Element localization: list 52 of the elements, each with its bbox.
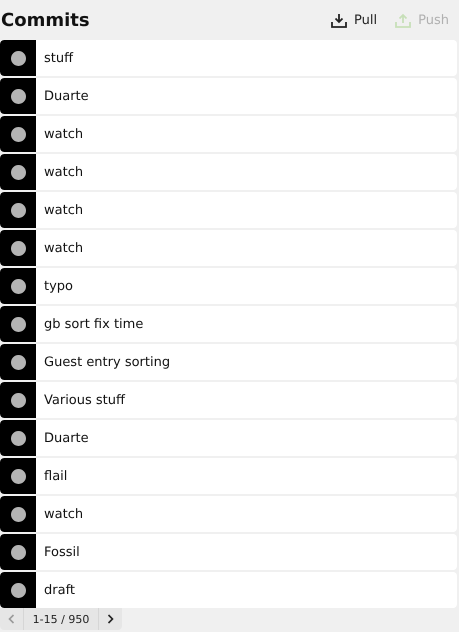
commit-message: watch	[43, 126, 84, 144]
commit-message: watch	[43, 164, 84, 182]
commit-row[interactable]: draft	[0, 572, 457, 608]
chevron-right-icon	[107, 614, 114, 624]
commit-message: Fossil	[43, 544, 80, 562]
avatar	[0, 78, 36, 114]
commit-row[interactable]: watch	[0, 154, 457, 190]
commit-message: watch	[43, 202, 84, 220]
avatar	[0, 230, 36, 266]
commit-row[interactable]: Duarte	[0, 78, 457, 114]
avatar	[0, 116, 36, 152]
avatar	[0, 154, 36, 190]
commit-row[interactable]: Fossil	[0, 534, 457, 570]
commit-message: Guest entry sorting	[43, 354, 170, 372]
commit-message: Various stuff	[43, 392, 125, 410]
avatar	[0, 496, 36, 532]
commit-message: Duarte	[43, 430, 89, 448]
avatar	[0, 268, 36, 304]
upload-icon	[395, 12, 412, 28]
commit-message: watch	[43, 240, 84, 258]
commit-row[interactable]: watch	[0, 230, 457, 266]
commit-message: flail	[43, 468, 68, 486]
panel-title: Commits	[1, 10, 90, 30]
pull-button[interactable]: Pull	[327, 10, 382, 30]
avatar	[0, 572, 36, 608]
commit-row[interactable]: stuff	[0, 40, 457, 76]
download-icon	[331, 12, 348, 28]
commit-message: gb sort fix time	[43, 316, 144, 334]
commit-row[interactable]: watch	[0, 116, 457, 152]
commit-row[interactable]: Duarte	[0, 420, 457, 456]
commit-message: draft	[43, 582, 76, 600]
commit-row[interactable]: Various stuff	[0, 382, 457, 418]
avatar	[0, 420, 36, 456]
commit-row[interactable]: flail	[0, 458, 457, 494]
commit-row[interactable]: typo	[0, 268, 457, 304]
commit-row[interactable]: watch	[0, 496, 457, 532]
avatar	[0, 40, 36, 76]
avatar	[0, 534, 36, 570]
avatar	[0, 458, 36, 494]
avatar	[0, 306, 36, 342]
commit-message: stuff	[43, 50, 74, 68]
avatar	[0, 192, 36, 228]
page-range: 1-15 / 950	[32, 612, 90, 628]
commit-message: Duarte	[43, 88, 89, 106]
commit-message: watch	[43, 506, 84, 524]
avatar	[0, 382, 36, 418]
commit-row[interactable]: watch	[0, 192, 457, 228]
commit-message: typo	[43, 278, 73, 296]
commit-row[interactable]: Guest entry sorting	[0, 344, 457, 380]
avatar	[0, 344, 36, 380]
commit-row[interactable]: gb sort fix time	[0, 306, 457, 342]
chevron-left-icon	[8, 614, 15, 624]
